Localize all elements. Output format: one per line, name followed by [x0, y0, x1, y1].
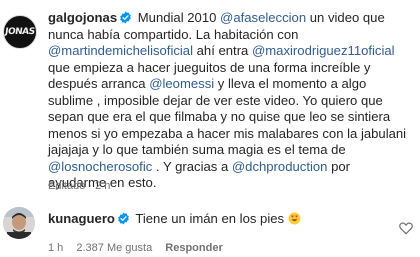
comment-text: Tiene un imán en los pies: [135, 211, 285, 226]
avatar-kunaguero[interactable]: [3, 207, 35, 239]
mention-link[interactable]: @afaseleccion: [220, 10, 306, 25]
mention-link[interactable]: @dchproduction: [232, 159, 328, 174]
comment-text-segment: ahí entra: [193, 43, 252, 58]
mention-link[interactable]: @maxirodriguez11oficial: [252, 43, 395, 58]
verified-badge-icon: [118, 212, 129, 225]
comment-username[interactable]: galgojonas: [48, 10, 117, 25]
avatar-galgojonas[interactable]: JONAS: [3, 15, 37, 49]
like-heart-icon[interactable]: [398, 220, 414, 236]
reply-button[interactable]: Responder: [165, 242, 222, 254]
mention-link[interactable]: @leomessi: [149, 76, 214, 91]
avatar-logo: JONAS: [4, 27, 36, 37]
comment-body: galgojonas Mundial 2010 @afaseleccion un…: [48, 10, 408, 192]
comment-likes[interactable]: 2.387 Me gusta: [76, 242, 152, 254]
comment-meta: Editado · 2 h: [48, 180, 111, 192]
comment-text-segment: Mundial 2010: [137, 10, 221, 25]
mention-link[interactable]: @losnocherosofic: [48, 159, 152, 174]
avatar-photo-icon: [3, 207, 35, 239]
mention-link[interactable]: @martindemichelisoficial: [48, 43, 193, 58]
comment-username[interactable]: kunaguero: [48, 211, 115, 226]
comment-text-segment: . Y gracias a: [152, 158, 232, 174]
smiling-face-heart-eyes-icon: [288, 212, 301, 225]
verified-badge-icon: [120, 11, 131, 24]
comment-text: Mundial 2010 @afaseleccion un video que …: [48, 10, 406, 190]
comment-time: 1 h: [48, 242, 64, 254]
comment-meta: 1 h 2.387 Me gusta Responder: [48, 242, 233, 254]
comment-body: kunaguero Tiene un imán en los pies: [48, 211, 378, 228]
